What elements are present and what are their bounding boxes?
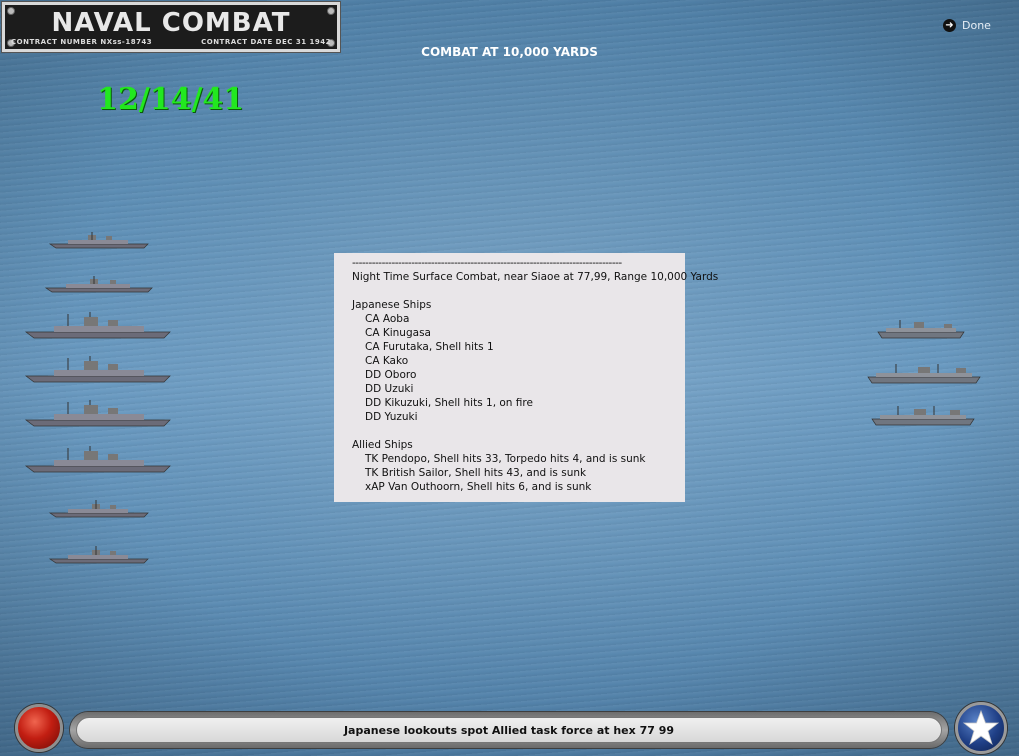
japanese-ship-cruiser[interactable] (24, 312, 174, 340)
us-star-roundel-icon[interactable] (955, 702, 1007, 754)
allied-ship-entry: xAP Van Outhoorn, Shell hits 6, and is s… (365, 481, 592, 493)
red-ball-button[interactable] (15, 704, 63, 752)
report-separator: ----------------------------------------… (352, 257, 622, 269)
allied-ship-entry: TK British Sailor, Shell hits 43, and is… (365, 467, 587, 479)
japanese-ship-destroyer[interactable] (48, 232, 152, 250)
status-message-bar: Japanese lookouts spot Allied task force… (70, 712, 948, 748)
japanese-ship-entry: DD Yuzuki (365, 411, 418, 423)
done-label: Done (962, 19, 991, 32)
japanese-ship-destroyer[interactable] (48, 500, 152, 520)
japanese-ship-entry: CA Kinugasa (365, 327, 431, 339)
allied-ship-tanker[interactable] (866, 362, 982, 386)
allied-ship-entry: TK Pendopo, Shell hits 33, Torpedo hits … (365, 453, 646, 465)
japanese-ship-entry: DD Kikuzuki, Shell hits 1, on fire (365, 397, 533, 409)
report-heading: Night Time Surface Combat, near Siaoe at… (352, 271, 719, 283)
japanese-ship-entry: CA Kako (365, 355, 409, 367)
japanese-ship-cruiser[interactable] (24, 400, 174, 428)
arrow-right-circle-icon: ➜ (943, 19, 956, 32)
combat-range-title: COMBAT AT 10,000 YARDS (421, 45, 598, 59)
japanese-ship-entry: CA Aoba (365, 313, 410, 325)
allied-ships-label: Allied Ships (352, 439, 413, 451)
japanese-ship-destroyer[interactable] (44, 276, 156, 294)
japanese-ship-entry: CA Furutaka, Shell hits 1 (365, 341, 494, 353)
done-button[interactable]: ➜ Done (943, 19, 991, 32)
plaque-title: NAVAL COMBAT (51, 8, 291, 38)
status-message: Japanese lookouts spot Allied task force… (76, 717, 942, 743)
allied-ship-tanker[interactable] (876, 318, 966, 340)
japanese-ships-label: Japanese Ships (352, 299, 432, 311)
allied-ship-transport[interactable] (870, 404, 976, 428)
japanese-ship-destroyer[interactable] (48, 546, 152, 566)
game-date: 12/14/41 (97, 82, 245, 117)
combat-report-panel: ----------------------------------------… (334, 253, 719, 502)
japanese-ship-entry: DD Oboro (365, 369, 417, 381)
japanese-ship-entry: DD Uzuki (365, 383, 414, 395)
japanese-ship-cruiser[interactable] (24, 356, 174, 384)
japanese-ship-cruiser[interactable] (24, 446, 174, 474)
